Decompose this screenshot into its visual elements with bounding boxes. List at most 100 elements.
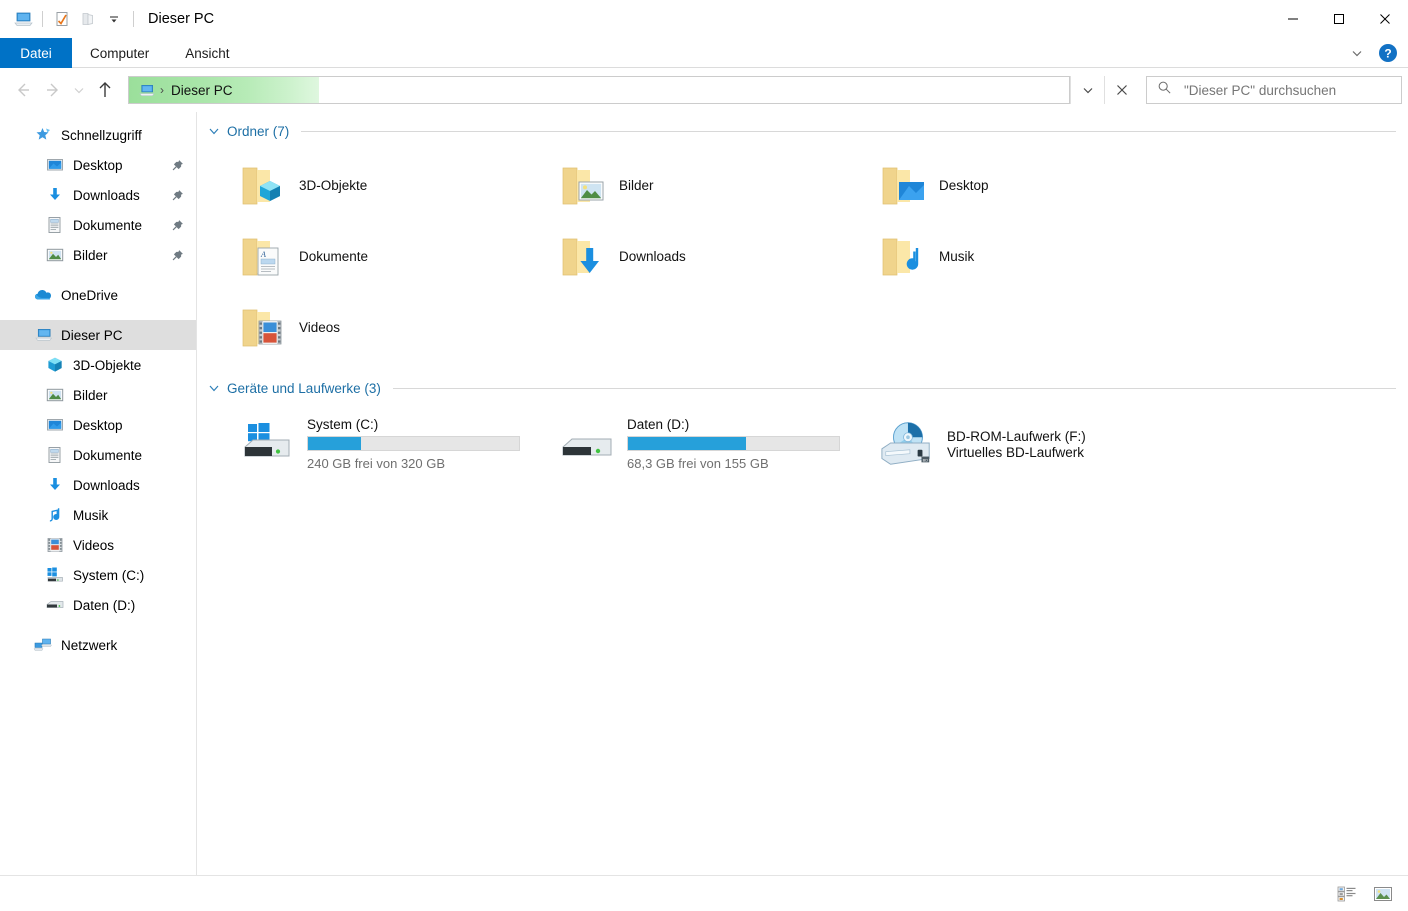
up-button[interactable] (90, 75, 120, 105)
back-button[interactable] (8, 75, 38, 105)
tab-computer[interactable]: Computer (72, 38, 167, 68)
tab-datei[interactable]: Datei (0, 38, 72, 68)
forward-button[interactable] (38, 75, 68, 105)
breadcrumb-segment-dieser-pc[interactable]: Dieser PC (171, 83, 233, 98)
desktop-icon (45, 415, 65, 435)
large-icons-view-icon[interactable] (1370, 882, 1396, 906)
sidebar-item-dieser-pc[interactable]: Dieser PC (0, 320, 196, 350)
drive-tile-daten-d[interactable]: Daten (D:) 68,3 GB frei von 155 GB (555, 407, 875, 481)
hdd-icon (45, 595, 65, 615)
sidebar-item-3d-objekte[interactable]: 3D-Objekte (0, 350, 196, 380)
folder-tile-label: 3D-Objekte (299, 178, 368, 193)
folder-tile-label: Downloads (619, 249, 686, 264)
folder-3d-objects-icon (239, 161, 289, 211)
sidebar-item-system-c[interactable]: System (C:) (0, 560, 196, 590)
sidebar-item-label: OneDrive (61, 287, 119, 303)
chevron-down-icon[interactable] (1344, 40, 1370, 66)
sidebar-item-desktop[interactable]: Desktop (0, 410, 196, 440)
drives-section-title: Geräte und Laufwerke (3) (227, 380, 381, 396)
folder-tile-label: Dokumente (299, 249, 369, 264)
new-folder-icon[interactable] (75, 6, 101, 32)
svg-text:BD: BD (923, 458, 929, 462)
sidebar-item-musik[interactable]: Musik (0, 500, 196, 530)
documents-icon (45, 215, 65, 235)
search-icon (1157, 80, 1172, 100)
sidebar-item-desktop[interactable]: Desktop (0, 150, 196, 180)
address-bar[interactable]: › Dieser PC (128, 76, 1070, 104)
pin-icon[interactable] (170, 248, 184, 262)
close-button[interactable] (1362, 0, 1408, 38)
properties-icon[interactable] (49, 6, 75, 32)
drive-tile-system-c[interactable]: System (C:) 240 GB frei von 320 GB (235, 407, 555, 481)
svg-text:A: A (260, 250, 266, 259)
sidebar-item-onedrive[interactable]: OneDrive (0, 280, 196, 310)
navigation-bar: › Dieser PC "Dieser PC" durchsuchen (0, 68, 1408, 112)
folder-downloads-icon (559, 232, 609, 282)
folder-tile-label: Bilder (619, 178, 654, 193)
chevron-down-icon[interactable] (207, 381, 221, 395)
sidebar-item-downloads[interactable]: Downloads (0, 470, 196, 500)
sidebar-item-dokumente[interactable]: Dokumente (0, 440, 196, 470)
onedrive-icon (33, 285, 53, 305)
drive-capacity-text: 240 GB frei von 320 GB (307, 456, 446, 471)
recent-locations-button[interactable] (68, 75, 90, 105)
sidebar-item-bilder[interactable]: Bilder (0, 240, 196, 270)
tab-ansicht[interactable]: Ansicht (167, 38, 247, 68)
folder-tile-bilder[interactable]: Bilder (555, 150, 875, 221)
sidebar-item-dokumente[interactable]: Dokumente (0, 210, 196, 240)
sidebar-item-bilder[interactable]: Bilder (0, 380, 196, 410)
file-list-pane[interactable]: Ordner (7) 3D-Objekte Bilder Desktop A Dokum… (197, 112, 1408, 905)
pin-icon[interactable] (170, 218, 184, 232)
sidebar-item-label: Dokumente (73, 217, 143, 233)
bd-rom-icon: BD (879, 420, 935, 468)
sidebar-item-label: Netzwerk (61, 637, 118, 653)
sidebar-item-videos[interactable]: Videos (0, 530, 196, 560)
drive-name: System (C:) (307, 417, 379, 432)
navigation-pane[interactable]: Schnellzugriff Desktop Downloads Dokumente B… (0, 112, 197, 905)
section-divider (392, 387, 1396, 389)
drives-section-header[interactable]: Geräte und Laufwerke (3) (207, 375, 1398, 401)
pc-icon[interactable] (137, 81, 155, 99)
pc-icon[interactable] (10, 6, 36, 32)
sidebar-item-label: Dokumente (73, 447, 143, 463)
folder-tile-3d-objekte[interactable]: 3D-Objekte (235, 150, 555, 221)
customize-dropdown-icon[interactable] (101, 6, 127, 32)
sidebar-item-downloads[interactable]: Downloads (0, 180, 196, 210)
folder-tile-downloads[interactable]: Downloads (555, 221, 875, 292)
stop-refresh-button[interactable] (1104, 76, 1138, 104)
sidebar-item-label: Musik (73, 507, 109, 523)
drive-grid: System (C:) 240 GB frei von 320 GB Daten (… (207, 401, 1398, 481)
pin-icon[interactable] (170, 158, 184, 172)
chevron-down-icon[interactable] (207, 124, 221, 138)
folder-tile-videos[interactable]: Videos (235, 292, 555, 363)
pin-icon[interactable] (170, 188, 184, 202)
sidebar-item-schnellzugriff[interactable]: Schnellzugriff (0, 120, 196, 150)
quick-access-toolbar: Dieser PC (0, 0, 214, 38)
help-icon[interactable]: ? (1378, 43, 1398, 63)
maximize-button[interactable] (1316, 0, 1362, 38)
breadcrumb-separator: › (160, 83, 164, 97)
search-box[interactable]: "Dieser PC" durchsuchen (1146, 76, 1402, 104)
folder-tile-desktop[interactable]: Desktop (875, 150, 1195, 221)
sidebar-item-daten-d[interactable]: Daten (D:) (0, 590, 196, 620)
drive-capacity-text: 68,3 GB frei von 155 GB (627, 456, 769, 471)
address-dropdown-button[interactable] (1070, 76, 1104, 104)
title-divider (133, 11, 134, 27)
folder-pictures-icon (559, 161, 609, 211)
drive-tile-bd-rom-laufwerk-f[interactable]: BD BD-ROM-Laufwerk (F:) Virtuelles BD-Lauf… (875, 407, 1195, 481)
folder-desktop-icon (879, 161, 929, 211)
folder-documents-icon: A (239, 232, 289, 282)
minimize-button[interactable] (1270, 0, 1316, 38)
folders-section-header[interactable]: Ordner (7) (207, 118, 1398, 144)
folder-tile-dokumente[interactable]: A Dokumente (235, 221, 555, 292)
windows-drive-icon (45, 565, 65, 585)
toolbar-divider (42, 11, 43, 27)
search-input[interactable]: "Dieser PC" durchsuchen (1184, 83, 1336, 98)
downloads-icon (45, 475, 65, 495)
sidebar-item-netzwerk[interactable]: Netzwerk (0, 630, 196, 660)
sidebar-list: Schnellzugriff Desktop Downloads Dokumente B… (0, 120, 196, 660)
folder-tile-musik[interactable]: Musik (875, 221, 1195, 292)
details-view-icon[interactable] (1334, 882, 1360, 906)
